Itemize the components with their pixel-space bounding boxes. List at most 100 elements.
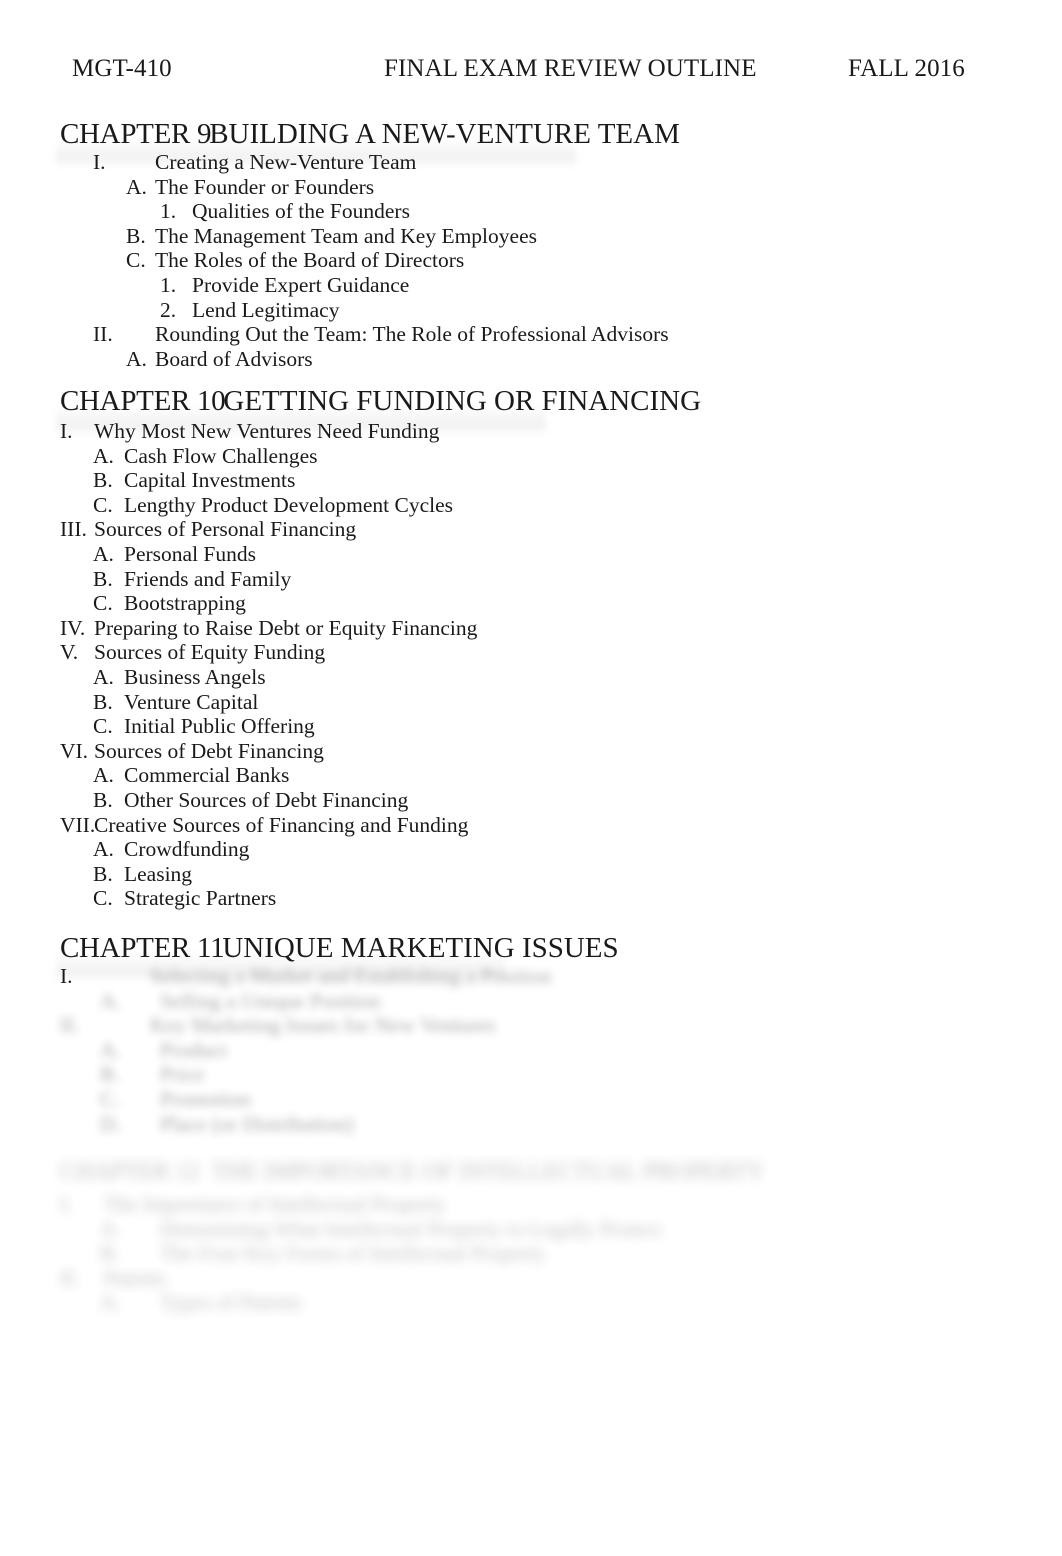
chapter-title-9: BUILDING A NEW-VENTURE TEAM	[209, 118, 680, 150]
outline-text-obscured: Price	[160, 1062, 205, 1087]
outline-marker: B.	[93, 861, 113, 886]
outline-text: Sources of Personal Financing	[94, 517, 357, 542]
outline-text-obscured: Selling a Unique Position	[160, 988, 381, 1013]
outline-item: C. Bootstrapping	[60, 591, 477, 616]
outline-item-obscured: B. The Four Key Forms of Intellectual Pr…	[60, 1241, 661, 1266]
outline-marker: III.	[60, 517, 87, 542]
document-title: FINAL EXAM REVIEW OUTLINE	[384, 55, 757, 82]
outline-marker: B.	[100, 1062, 120, 1087]
outline-marker: I.	[60, 964, 73, 988]
outline-text: The Roles of the Board of Directors	[155, 248, 465, 273]
outline-text: Board of Advisors	[155, 346, 313, 371]
outline-item: 2. Lend Legitimacy	[60, 298, 669, 323]
outline-item: B. Other Sources of Debt Financing	[60, 788, 477, 813]
outline-text: Venture Capital	[124, 689, 259, 714]
outline-marker: B.	[93, 689, 113, 714]
outline-text: Crowdfunding	[124, 837, 250, 862]
outline-item-obscured: B. Price	[60, 1062, 551, 1087]
chapter-number-9: CHAPTER 9	[60, 118, 212, 150]
outline-text: Qualities of the Founders	[192, 199, 410, 224]
outline-text: Commercial Banks	[124, 763, 290, 788]
outline-marker: B.	[93, 468, 113, 493]
chapter-number-12: CHAPTER 12	[60, 1159, 200, 1185]
outline-text: Cash Flow Challenges	[124, 443, 318, 468]
outline-item: V. Sources of Equity Funding	[60, 640, 477, 665]
outline-marker: A.	[93, 541, 114, 566]
outline-text-obscured: Types of Patents	[160, 1290, 302, 1315]
outline-text: Lengthy Product Development Cycles	[124, 492, 453, 517]
outline-item: III. Sources of Personal Financing	[60, 517, 477, 542]
chapter-heading-9: CHAPTER 9BUILDING A NEW-VENTURE TEAM	[60, 117, 680, 151]
outline-marker: C.	[93, 886, 113, 911]
outline-text: The Management Team and Key Employees	[155, 223, 537, 248]
outline-marker: A.	[93, 443, 114, 468]
outline-item: C. Lengthy Product Development Cycles	[60, 493, 477, 518]
chapter-title-12: THE IMPORTANCE OF INTELLECTUAL PROPERTY	[211, 1159, 765, 1185]
outline-item: B. The Management Team and Key Employees	[60, 224, 669, 249]
outline-marker: A.	[100, 1037, 121, 1062]
outline-marker: II.	[60, 1013, 80, 1038]
outline-item: A. Business Angels	[60, 665, 477, 690]
outline-text: Other Sources of Debt Financing	[124, 787, 409, 812]
outline-item: C. The Roles of the Board of Directors	[60, 248, 669, 273]
outline-text: The Founder or Founders	[155, 174, 375, 199]
outline-text: Creative Sources of Financing and Fundin…	[94, 812, 469, 837]
outline-item-obscured: A. Types of Patents	[60, 1290, 661, 1315]
outline-text-obscured: The Four Key Forms of Intellectual Prope…	[160, 1241, 546, 1266]
outline-item: VI. Sources of Debt Financing	[60, 739, 477, 764]
outline-item-obscured: A. Selling a Unique Position	[60, 989, 551, 1014]
outline-item-obscured: II. Key Marketing Issues for New Venture…	[60, 1013, 551, 1038]
outline-item: I. Why Most New Ventures Need Funding	[60, 419, 477, 444]
outline-marker: B.	[100, 1241, 120, 1266]
outline-marker: I.	[60, 419, 73, 443]
outline-item: A. Personal Funds	[60, 542, 477, 567]
outline-item: II. Rounding Out the Team: The Role of P…	[60, 322, 669, 347]
outline-marker: IV.	[60, 615, 86, 640]
outline-marker: I.	[60, 1192, 73, 1216]
outline-text: Business Angels	[124, 664, 266, 689]
outline-chapter-11-obscured: I. Selecting a Market and Establishing a…	[60, 964, 551, 1136]
outline-marker: II.	[60, 1265, 80, 1290]
outline-marker: 1.	[160, 199, 177, 224]
outline-item: 1. Qualities of the Founders	[60, 199, 669, 224]
chapter-number-10: CHAPTER 10	[60, 385, 226, 417]
outline-text-obscured: Promotion	[160, 1086, 251, 1111]
outline-marker: C.	[126, 248, 146, 273]
outline-item-obscured: C. Promotion	[60, 1087, 551, 1112]
outline-text: Friends and Family	[124, 566, 292, 591]
outline-text-obscured: Place (or Distribution)	[160, 1111, 354, 1136]
outline-item: C. Initial Public Offering	[60, 714, 477, 739]
outline-marker: B.	[93, 566, 113, 591]
outline-text: Preparing to Raise Debt or Equity Financ…	[94, 615, 478, 640]
outline-item: B. Venture Capital	[60, 690, 477, 715]
chapter-title-10: GETTING FUNDING OR FINANCING	[223, 385, 702, 417]
outline-text: Sources of Debt Financing	[94, 738, 324, 763]
outline-item: IV. Preparing to Raise Debt or Equity Fi…	[60, 616, 477, 641]
outline-item: A. The Founder or Founders	[60, 175, 669, 200]
chapter-title-11: UNIQUE MARKETING ISSUES	[222, 932, 619, 964]
outline-text-obscured: Determining What Intellectual Property t…	[160, 1216, 662, 1241]
outline-text: Lend Legitimacy	[192, 297, 340, 322]
outline-marker: II.	[93, 322, 113, 347]
outline-marker: B.	[126, 223, 146, 248]
outline-text: Personal Funds	[124, 541, 256, 566]
outline-marker: A.	[93, 763, 114, 788]
outline-marker: VII.	[60, 812, 96, 837]
outline-text: Provide Expert Guidance	[192, 272, 410, 297]
outline-text-obscured: Product	[160, 1037, 227, 1062]
outline-text: Sources of Equity Funding	[94, 640, 326, 665]
outline-item: B. Capital Investments	[60, 468, 477, 493]
course-code: MGT-410	[72, 55, 172, 82]
outline-item: A. Cash Flow Challenges	[60, 444, 477, 469]
outline-marker: C.	[93, 591, 113, 616]
outline-marker: V.	[60, 640, 79, 665]
outline-text-obscured: Patents	[104, 1265, 167, 1290]
outline-marker: A.	[126, 346, 147, 371]
outline-item: B. Leasing	[60, 862, 477, 887]
outline-item: 1. Provide Expert Guidance	[60, 273, 669, 298]
outline-text: Capital Investments	[124, 468, 296, 493]
outline-marker: A.	[100, 1216, 121, 1241]
outline-text-obscured: Key Marketing Issues for New Ventures	[150, 1013, 496, 1038]
outline-chapter-12-obscured: I. The Importance of Intellectual Proper…	[60, 1192, 661, 1315]
outline-item: B. Friends and Family	[60, 567, 477, 592]
